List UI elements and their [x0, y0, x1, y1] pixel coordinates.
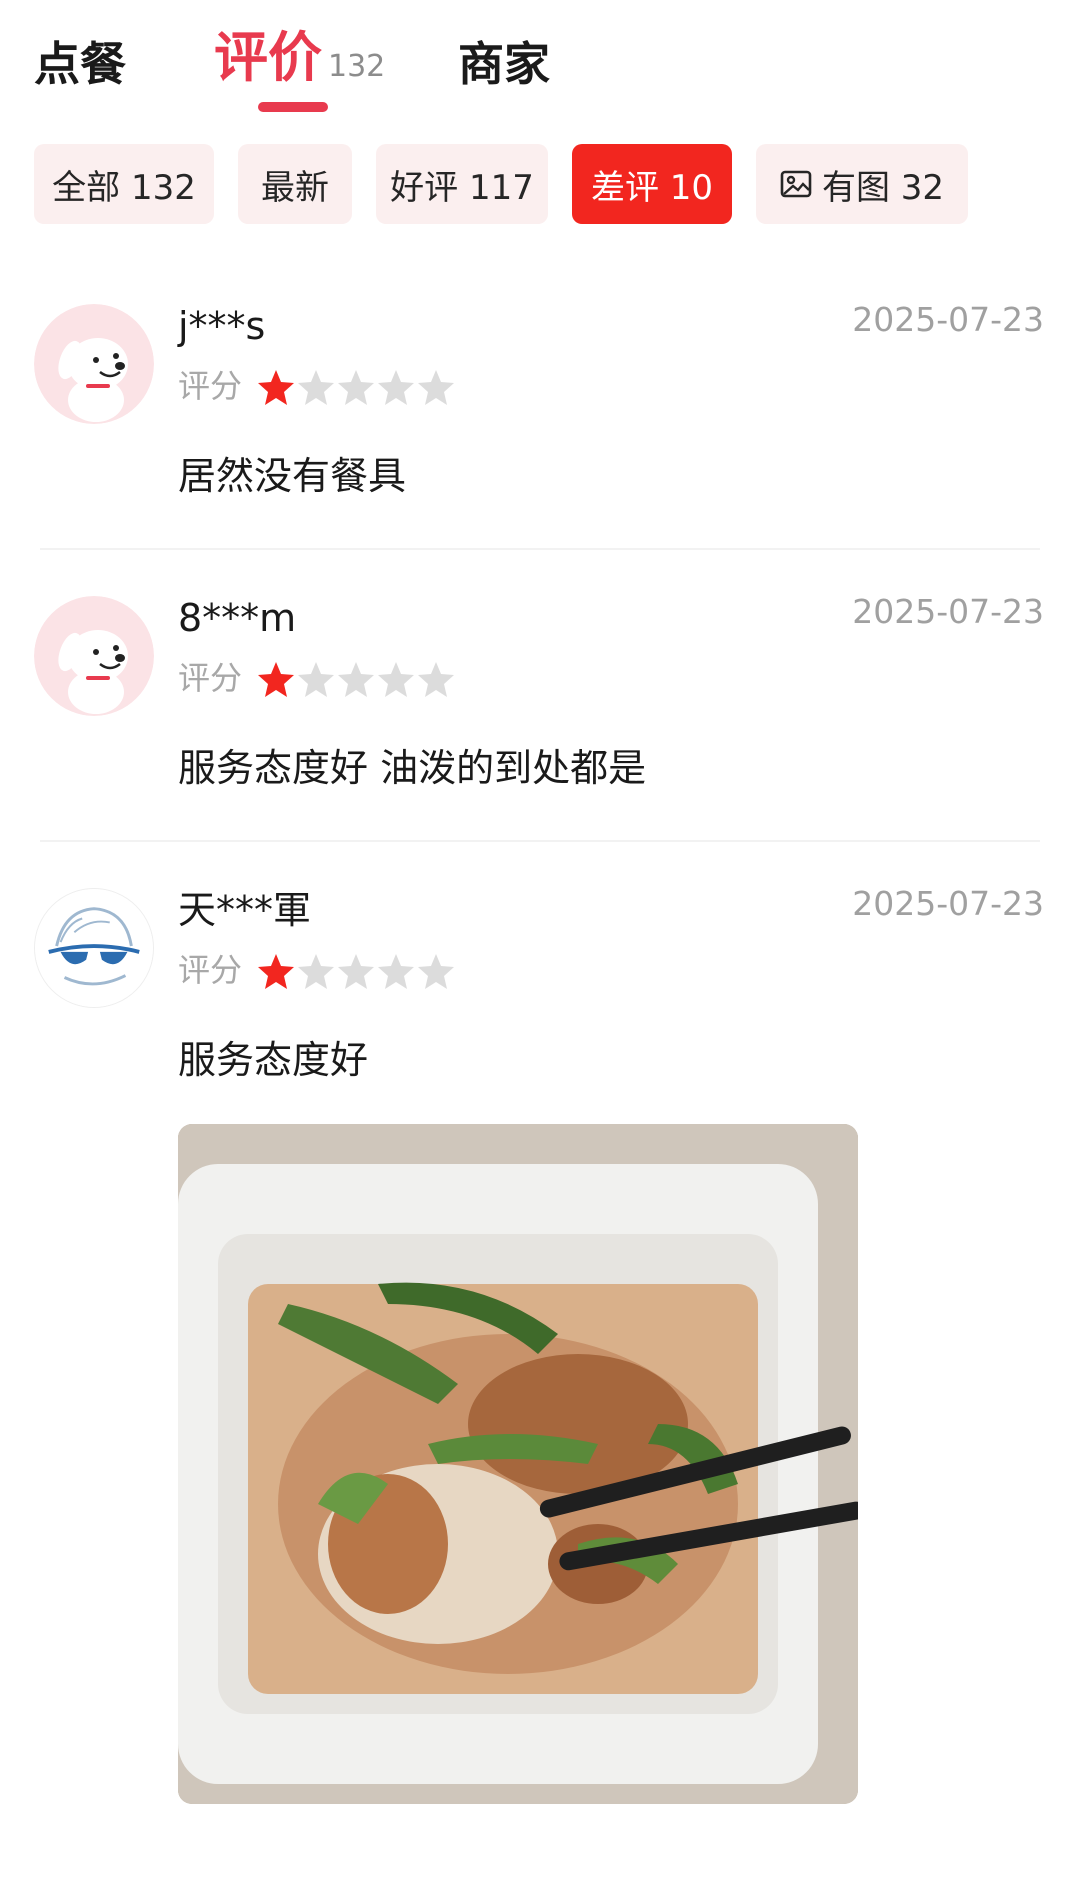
filter-latest-label: 最新	[261, 167, 329, 208]
star-icon	[338, 662, 374, 697]
review-filter-bar: 全部 132 最新 好评 117 差评 10 有图 32	[0, 144, 1080, 224]
star-rating	[256, 368, 456, 408]
tab-reviews-label: 评价	[214, 26, 322, 89]
star-icon	[378, 370, 414, 405]
star-icon	[298, 954, 334, 989]
star-icon	[338, 954, 374, 989]
star-icon	[258, 954, 294, 989]
review-date: 2025-07-23	[852, 300, 1044, 339]
star-icon	[418, 370, 454, 405]
active-tab-indicator	[258, 102, 328, 112]
star-rating	[256, 660, 456, 700]
star-icon	[378, 954, 414, 989]
review-username[interactable]: j***s	[178, 302, 265, 350]
food-photo-image	[178, 1124, 858, 1804]
review-date: 2025-07-23	[852, 592, 1044, 631]
review-username[interactable]: 8***m	[178, 594, 296, 642]
star-icon	[378, 662, 414, 697]
avatar[interactable]	[34, 888, 154, 1008]
rating-label: 评分	[178, 367, 243, 405]
divider	[40, 840, 1040, 842]
top-tab-bar: 点餐 评价 132 商家	[0, 0, 1080, 130]
star-icon	[298, 370, 334, 405]
review-username[interactable]: 天***軍	[178, 886, 311, 934]
avatar[interactable]	[34, 596, 154, 716]
filter-all[interactable]: 全部 132	[34, 144, 214, 224]
divider	[40, 548, 1040, 550]
review-date: 2025-07-23	[852, 884, 1044, 923]
tab-reviews[interactable]: 评价 132	[214, 22, 385, 103]
filter-positive[interactable]: 好评 117	[376, 144, 548, 224]
tab-reviews-count: 132	[328, 49, 386, 84]
review-comment: 服务态度好 油泼的到处都是	[178, 746, 647, 790]
star-icon	[418, 954, 454, 989]
filter-positive-label: 好评 117	[390, 167, 534, 208]
review-comment: 居然没有餐具	[178, 454, 407, 498]
joy-dog-avatar-icon	[34, 596, 154, 716]
rating-label: 评分	[178, 951, 243, 989]
avatar[interactable]	[34, 304, 154, 424]
review-photo[interactable]	[178, 1124, 858, 1804]
star-rating	[256, 952, 456, 992]
review-comment: 服务态度好	[178, 1038, 369, 1082]
star-icon	[258, 370, 294, 405]
filter-with-photos-label: 有图 32	[821, 167, 945, 208]
star-icon	[418, 662, 454, 697]
filter-with-photos[interactable]: 有图 32	[756, 144, 968, 224]
star-icon	[338, 370, 374, 405]
joy-dog-avatar-icon	[34, 304, 154, 424]
rating-label: 评分	[178, 659, 243, 697]
filter-latest[interactable]: 最新	[238, 144, 352, 224]
tab-order[interactable]: 点餐	[34, 28, 126, 100]
filter-negative-label: 差评 10	[590, 167, 714, 208]
tab-order-label: 点餐	[34, 37, 126, 91]
sunglasses-avatar-icon	[35, 889, 153, 1007]
image-icon	[780, 170, 812, 198]
star-icon	[298, 662, 334, 697]
tab-merchant[interactable]: 商家	[458, 28, 550, 100]
filter-negative[interactable]: 差评 10	[572, 144, 732, 224]
star-icon	[258, 662, 294, 697]
filter-all-label: 全部 132	[52, 167, 196, 208]
tab-merchant-label: 商家	[458, 37, 550, 91]
